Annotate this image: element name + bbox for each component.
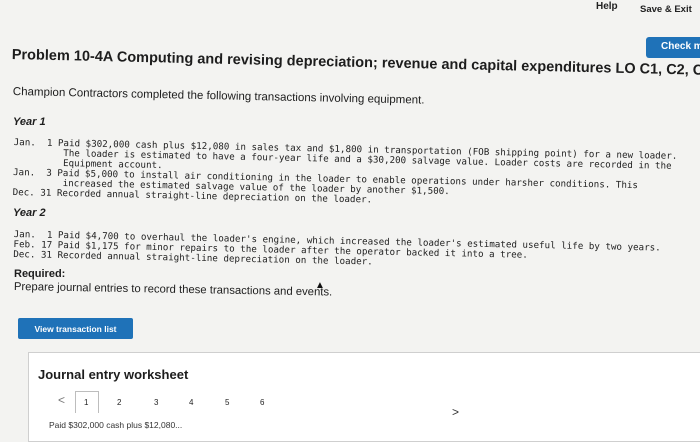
worksheet-title: Journal entry worksheet — [38, 367, 189, 382]
view-transaction-list-button[interactable]: View transaction list — [18, 318, 133, 339]
check-my-work-button[interactable]: Check m — [646, 37, 700, 58]
problem-title: Problem 10-4A Computing and revising dep… — [11, 47, 700, 79]
journal-entry-worksheet: Journal entry worksheet < 1 2 3 4 5 6 > … — [28, 352, 700, 442]
year1-transactions: Jan. 1 Paid $302,000 cash plus $12,080 i… — [12, 128, 678, 222]
page-tab-4[interactable]: 4 — [189, 398, 193, 407]
top-bar: Help Save & Exit — [0, 0, 700, 20]
problem-intro: Champion Contractors completed the follo… — [12, 86, 425, 107]
page-tab-1[interactable]: 1 — [84, 398, 88, 407]
year2-heading: Year 2 — [13, 207, 46, 219]
chevron-left-icon[interactable]: < — [58, 393, 65, 407]
required-text: Prepare journal entries to record these … — [13, 281, 333, 299]
year2-transactions: Jan. 1 Paid $4,700 to overhaul the loade… — [13, 220, 661, 284]
chevron-right-icon[interactable]: > — [452, 405, 459, 419]
year1-heading: Year 1 — [13, 116, 46, 128]
entry-preview-text: Paid $302,000 cash plus $12,080... — [49, 420, 183, 430]
required-heading: Required: — [14, 268, 66, 280]
help-link[interactable]: Help — [596, 1, 618, 12]
page-tab-3[interactable]: 3 — [154, 398, 158, 407]
save-exit-button[interactable]: Save & Exit — [640, 4, 692, 15]
mouse-cursor-icon: ▲ — [315, 280, 325, 291]
page-tab-2[interactable]: 2 — [117, 398, 121, 407]
page-tab-6[interactable]: 6 — [260, 398, 264, 407]
page-tab-5[interactable]: 5 — [225, 398, 229, 407]
